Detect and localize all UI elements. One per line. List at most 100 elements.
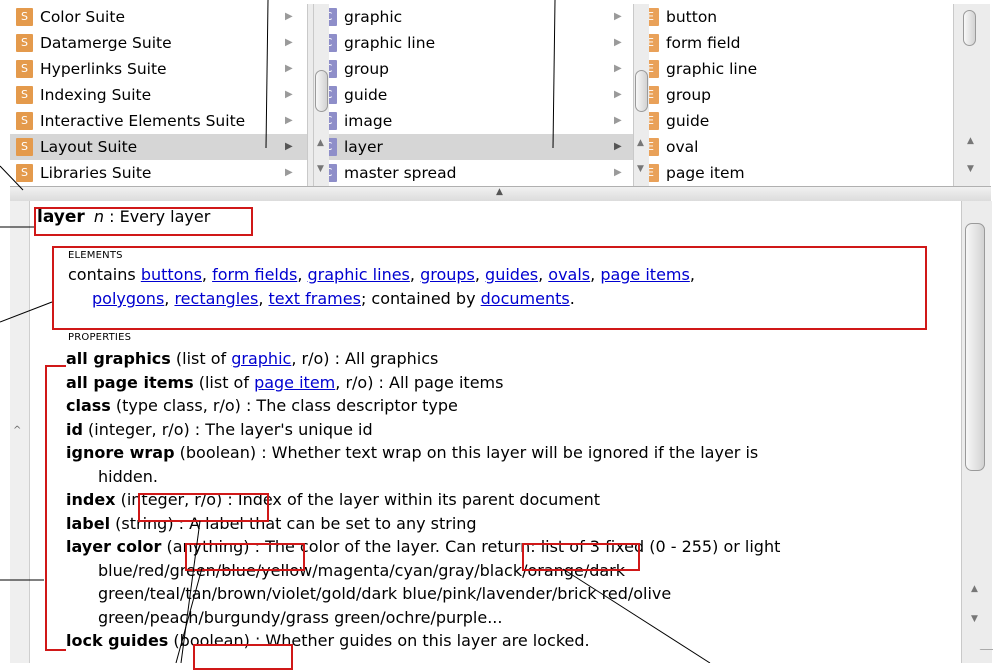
column-scroll-thumb[interactable] [315,70,328,112]
property-row: layer color (anything) : The color of th… [66,537,780,556]
list-item[interactable]: Cgroup▶ [314,56,633,82]
property-type-link[interactable]: page item [254,373,335,392]
list-item[interactable]: Cgraphic▶ [314,4,633,30]
list-item[interactable]: SLayout Suite▶ [10,134,307,160]
disclosure-arrow-icon[interactable]: ▶ [285,82,293,108]
element-link[interactable]: graphic lines [308,265,410,284]
disclosure-arrow-icon[interactable]: ▶ [285,30,293,56]
pane-splitter[interactable]: ▲ [10,186,991,202]
list-item[interactable]: Cimage▶ [314,108,633,134]
element-link[interactable]: groups [420,265,475,284]
detail-scrollbar[interactable]: ▲ ▼ [961,201,992,663]
element-link[interactable]: text frames [269,289,361,308]
class-header: layer n : Every layer [37,207,210,227]
list-item[interactable]: SColor Suite▶ [10,4,307,30]
column-scroll-down-icon[interactable]: ▼ [317,164,324,174]
resize-grip-icon[interactable] [968,649,993,662]
class-name: layer [37,207,85,227]
properties-caption: PROPERTIES [68,332,131,343]
disclosure-arrow-icon[interactable]: ▶ [614,30,622,56]
splitter-grip-icon[interactable]: ▲ [496,187,503,197]
comma-sep: , [690,265,695,284]
list-item[interactable]: SInteractive Elements Suite▶ [10,108,307,134]
list-item[interactable]: SLibraries Suite▶ [10,160,307,186]
list-item[interactable]: Epage item [636,160,952,186]
detail-scroll-up-icon[interactable]: ▲ [971,584,978,594]
element-link[interactable]: form fields [212,265,297,284]
property-desc: (type class, r/o) : The class descriptor… [111,396,458,415]
property-continuation: blue/red/green/blue/yellow/magenta/cyan/… [98,561,625,580]
comma-sep: , [202,265,212,284]
disclosure-arrow-icon[interactable]: ▶ [614,82,622,108]
element-link[interactable]: guides [485,265,538,284]
column-scrollbar[interactable]: ▲▼ [633,4,649,186]
disclosure-arrow-icon[interactable]: ▶ [614,134,622,160]
list-item[interactable]: Eform field [636,30,952,56]
property-type-link[interactable]: graphic [231,349,291,368]
item-kind-badge: S [16,60,33,78]
scroll-up-arrow-icon[interactable]: ▲ [967,136,974,146]
browser-scrollbar[interactable]: ▲ ▼ [953,4,990,186]
list-item[interactable]: SDatamerge Suite▶ [10,30,307,56]
item-kind-badge: S [16,8,33,26]
disclosure-arrow-icon[interactable]: ▶ [614,160,622,186]
property-desc: (boolean) : Whether guides on this layer… [168,631,589,650]
list-item[interactable]: Egroup [636,82,952,108]
column-scroll-up-icon[interactable]: ▲ [637,138,644,148]
list-item[interactable]: Eoval [636,134,952,160]
elements-column[interactable]: EbuttonEform fieldEgraphic lineEgroupEgu… [636,4,952,186]
disclosure-arrow-icon[interactable]: ▶ [614,108,622,134]
disclosure-arrow-icon[interactable]: ▶ [614,56,622,82]
column-scroll-thumb[interactable] [635,70,648,112]
disclosure-arrow-icon[interactable]: ▶ [614,4,622,30]
element-link[interactable]: buttons [141,265,202,284]
suites-column[interactable]: SColor Suite▶SDatamerge Suite▶SHyperlink… [10,4,307,186]
column-scroll-down-icon[interactable]: ▼ [637,164,644,174]
item-label: Indexing Suite [40,82,151,108]
item-label: page item [666,160,745,186]
list-item[interactable]: Eguide [636,108,952,134]
list-item[interactable]: Ebutton [636,4,952,30]
detail-scroll-down-icon[interactable]: ▼ [971,614,978,624]
property-row: ignore wrap (boolean) : Whether text wra… [66,443,758,462]
disclosure-arrow-icon[interactable]: ▶ [285,134,293,160]
column-scrollbar[interactable]: ▲▼ [313,4,329,186]
header-sep: : [104,207,120,226]
list-item[interactable]: SHyperlinks Suite▶ [10,56,307,82]
element-link[interactable]: page items [600,265,690,284]
list-item[interactable]: Clayer▶ [314,134,633,160]
scroll-down-arrow-icon[interactable]: ▼ [967,164,974,174]
property-text: blue/red/green/blue/yellow/magenta/cyan/… [98,561,625,580]
comma-sep: , [164,289,174,308]
disclosure-arrow-icon[interactable]: ▶ [285,4,293,30]
column-scroll-up-icon[interactable]: ▲ [317,138,324,148]
comma-sep: , [410,265,420,284]
list-item[interactable]: Egraphic line [636,56,952,82]
property-text: green/peach/burgundy/grass green/ochre/p… [98,608,502,627]
element-link[interactable]: ovals [548,265,590,284]
disclosure-arrow-icon[interactable]: ▶ [285,56,293,82]
element-link[interactable]: rectangles [174,289,258,308]
item-label: group [666,82,711,108]
item-kind-badge: S [16,34,33,52]
property-text: green/teal/tan/brown/violet/gold/dark bl… [98,584,671,603]
classes-column[interactable]: Cgraphic▶Cgraphic line▶Cgroup▶Cguide▶Cim… [314,4,633,186]
property-desc: (integer, r/o) : Index of the layer with… [116,490,601,509]
scroll-thumb[interactable] [963,10,976,46]
element-link[interactable]: polygons [92,289,164,308]
list-item[interactable]: Cgraphic line▶ [314,30,633,56]
list-item[interactable]: SIndexing Suite▶ [10,82,307,108]
property-row: index (integer, r/o) : Index of the laye… [66,490,600,509]
property-row: label (string) : A label that can be set… [66,514,477,533]
elements-list: contains buttons, form fields, graphic l… [68,263,918,311]
property-desc: , r/o) : All page items [335,373,503,392]
detail-scroll-thumb[interactable] [965,223,985,471]
list-item[interactable]: Cmaster spread▶ [314,160,633,186]
property-desc: (boolean) : Whether text wrap on this la… [175,443,759,462]
disclosure-arrow-icon[interactable]: ▶ [285,108,293,134]
container-link[interactable]: documents [481,289,570,308]
disclosure-arrow-icon[interactable]: ▶ [285,160,293,186]
list-item[interactable]: Cguide▶ [314,82,633,108]
class-description: Every layer [120,207,211,226]
item-label: graphic [344,4,402,30]
